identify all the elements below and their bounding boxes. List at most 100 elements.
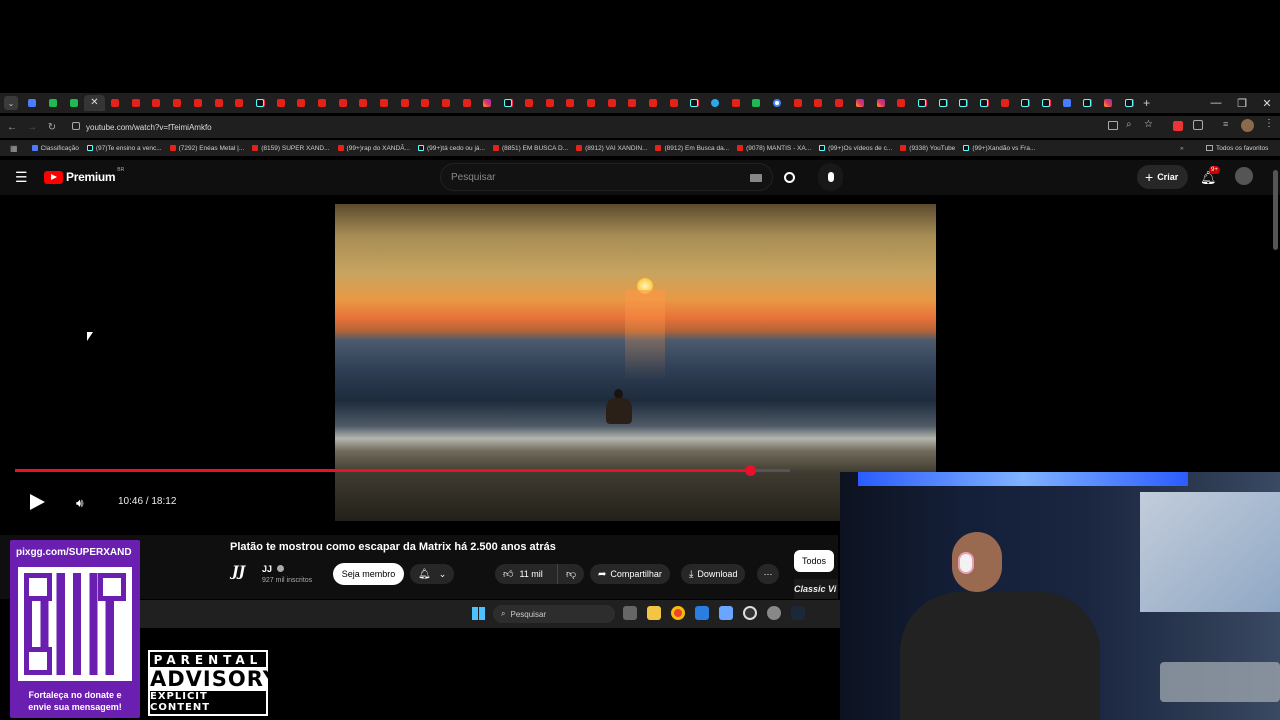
settings-icon[interactable] bbox=[767, 606, 781, 620]
forward-icon[interactable]: → bbox=[22, 122, 42, 133]
keyboard-icon[interactable] bbox=[750, 174, 762, 182]
bookmark-item[interactable]: Classificação bbox=[31, 145, 79, 152]
bookmark-item[interactable]: (9078) MANTIS - XA... bbox=[737, 145, 811, 152]
chip-all[interactable]: Todos bbox=[794, 550, 835, 572]
task-view-icon[interactable] bbox=[623, 606, 637, 620]
tab[interactable] bbox=[43, 95, 64, 111]
windows-start-icon[interactable] bbox=[472, 607, 485, 620]
bookmark-item[interactable]: (7292) Enéas Metal |... bbox=[169, 145, 244, 152]
tab[interactable] bbox=[560, 95, 581, 111]
tab[interactable] bbox=[684, 95, 705, 111]
tab[interactable] bbox=[1077, 95, 1098, 111]
bookmark-item[interactable]: (99+)rap do XANDÃ... bbox=[337, 145, 410, 152]
tab[interactable] bbox=[208, 95, 229, 111]
tab-active[interactable]: ✕ bbox=[84, 95, 105, 111]
account-avatar[interactable] bbox=[1235, 167, 1253, 185]
tab[interactable] bbox=[622, 95, 643, 111]
tab[interactable] bbox=[394, 95, 415, 111]
tab[interactable] bbox=[725, 95, 746, 111]
tab[interactable] bbox=[932, 95, 953, 111]
tab[interactable] bbox=[374, 95, 395, 111]
dislike-button[interactable]: 👎︎ bbox=[557, 564, 585, 584]
volume-icon[interactable]: 🔊︎ bbox=[76, 496, 84, 511]
bookmark-item[interactable]: (9338) YouTube bbox=[900, 145, 955, 152]
join-button[interactable]: Seja membro bbox=[333, 563, 404, 585]
tab[interactable] bbox=[63, 95, 84, 111]
tab[interactable] bbox=[581, 95, 602, 111]
tab-search-dropdown-icon[interactable]: ⌄ bbox=[4, 96, 18, 110]
tab[interactable] bbox=[312, 95, 333, 111]
tab[interactable] bbox=[1036, 95, 1057, 111]
tab[interactable] bbox=[146, 95, 167, 111]
browser-menu-icon[interactable]: ⋮ bbox=[1264, 118, 1274, 129]
tab[interactable] bbox=[870, 95, 891, 111]
create-button[interactable]: + Criar bbox=[1137, 165, 1189, 189]
file-explorer-icon[interactable] bbox=[647, 606, 661, 620]
tab[interactable] bbox=[125, 95, 146, 111]
tab[interactable] bbox=[829, 95, 850, 111]
reload-icon[interactable]: ↻ bbox=[42, 122, 62, 133]
bookmark-item[interactable]: (99+)Os vídeos de c... bbox=[819, 145, 892, 152]
apps-grid-icon[interactable]: ▦ bbox=[10, 144, 18, 153]
chrome-icon[interactable] bbox=[671, 606, 685, 620]
tab[interactable] bbox=[270, 95, 291, 111]
tab[interactable] bbox=[353, 95, 374, 111]
new-tab-button[interactable]: + bbox=[1143, 96, 1150, 110]
maximize-icon[interactable]: ❐ bbox=[1229, 93, 1255, 113]
bookmark-item[interactable]: (8851) EM BUSCA D... bbox=[492, 145, 568, 152]
bookmark-item[interactable]: (8912) Em Busca da... bbox=[655, 145, 729, 152]
related-thumbnail[interactable]: Classic Vi bbox=[794, 579, 838, 599]
tab[interactable] bbox=[188, 95, 209, 111]
tab[interactable] bbox=[746, 95, 767, 111]
voice-search-button[interactable] bbox=[818, 163, 843, 191]
tab[interactable] bbox=[229, 95, 250, 111]
tab[interactable] bbox=[767, 95, 788, 111]
tab[interactable] bbox=[953, 95, 974, 111]
profile-avatar[interactable] bbox=[1241, 119, 1254, 132]
share-button[interactable]: ➦ Compartilhar bbox=[590, 564, 670, 584]
like-button[interactable]: 👍︎ 11 mil bbox=[495, 564, 557, 584]
tab[interactable] bbox=[436, 95, 457, 111]
back-icon[interactable]: ← bbox=[2, 122, 22, 133]
extensions-icon[interactable] bbox=[1193, 120, 1203, 130]
tab[interactable] bbox=[643, 95, 664, 111]
tab[interactable] bbox=[974, 95, 995, 111]
channel-name[interactable]: JJ bbox=[262, 564, 272, 574]
tab[interactable] bbox=[808, 95, 829, 111]
hamburger-menu-icon[interactable]: ☰ bbox=[15, 169, 28, 186]
search-button[interactable] bbox=[773, 163, 805, 191]
more-bookmarks-icon[interactable]: » bbox=[1180, 145, 1184, 152]
close-tab-icon[interactable]: ✕ bbox=[90, 98, 98, 108]
tab[interactable] bbox=[415, 95, 436, 111]
bookmark-item[interactable]: (97)Te ensino a venc... bbox=[86, 145, 162, 152]
tab[interactable] bbox=[1015, 95, 1036, 111]
tab[interactable] bbox=[456, 95, 477, 111]
tab[interactable] bbox=[1098, 95, 1119, 111]
tab[interactable] bbox=[601, 95, 622, 111]
tab[interactable] bbox=[539, 95, 560, 111]
extension-red-icon[interactable] bbox=[1173, 121, 1183, 131]
bookmark-item[interactable]: (8159) SUPER XAND... bbox=[252, 145, 330, 152]
progress-scrubber[interactable] bbox=[745, 465, 756, 476]
search-input[interactable]: Pesquisar bbox=[440, 163, 773, 191]
tab[interactable] bbox=[705, 95, 726, 111]
tab[interactable] bbox=[787, 95, 808, 111]
tab[interactable] bbox=[912, 95, 933, 111]
tab[interactable] bbox=[332, 95, 353, 111]
tab[interactable] bbox=[891, 95, 912, 111]
tab[interactable] bbox=[663, 95, 684, 111]
site-info-icon[interactable] bbox=[72, 122, 80, 130]
close-window-icon[interactable]: ✕ bbox=[1254, 93, 1280, 113]
obs-icon[interactable] bbox=[743, 606, 757, 620]
url-field[interactable]: youtube.com/watch?v=fTeimiAmkfo bbox=[66, 118, 1166, 136]
tab[interactable] bbox=[105, 95, 126, 111]
bookmark-item[interactable]: (99+)tá cedo ou já... bbox=[417, 145, 485, 152]
app-icon[interactable] bbox=[695, 606, 709, 620]
tab[interactable] bbox=[498, 95, 519, 111]
more-actions-button[interactable]: ⋯ bbox=[757, 564, 779, 584]
all-bookmarks-folder[interactable]: Todos os favoritos bbox=[1206, 145, 1268, 152]
subscribed-button[interactable]: 🔔︎ ⌄ bbox=[410, 564, 455, 584]
tab[interactable] bbox=[22, 95, 43, 111]
media-icon[interactable]: ≡ bbox=[1223, 119, 1228, 129]
tab[interactable] bbox=[519, 95, 540, 111]
